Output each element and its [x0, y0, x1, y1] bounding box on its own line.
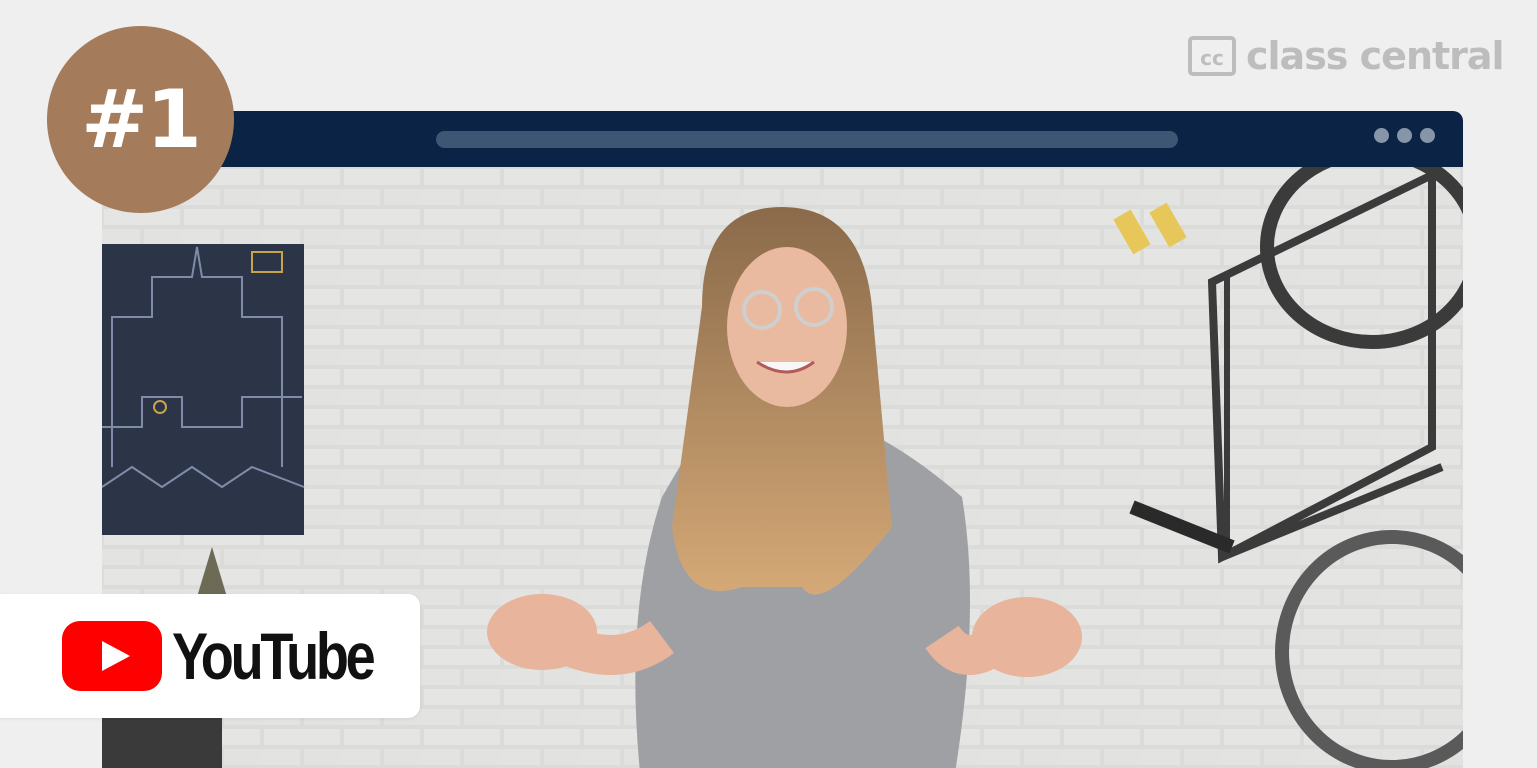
window-dot: [1397, 128, 1412, 143]
cc-logo-icon: cc: [1188, 36, 1236, 76]
youtube-play-icon: [62, 621, 162, 691]
class-central-logo: cc class central: [1188, 34, 1505, 78]
rank-label: #1: [81, 73, 202, 166]
svg-text:cc: cc: [1200, 46, 1224, 70]
window-dot: [1420, 128, 1435, 143]
brand-name: class central: [1246, 34, 1505, 78]
rank-badge: #1: [47, 26, 234, 213]
platform-name: YouTube: [172, 619, 376, 693]
wall-poster: [102, 244, 305, 535]
browser-title-bar: [102, 111, 1463, 167]
platform-card: YouTube: [0, 594, 420, 718]
window-menu-icon[interactable]: [1374, 128, 1435, 143]
address-bar[interactable]: [436, 131, 1178, 148]
window-dot: [1374, 128, 1389, 143]
